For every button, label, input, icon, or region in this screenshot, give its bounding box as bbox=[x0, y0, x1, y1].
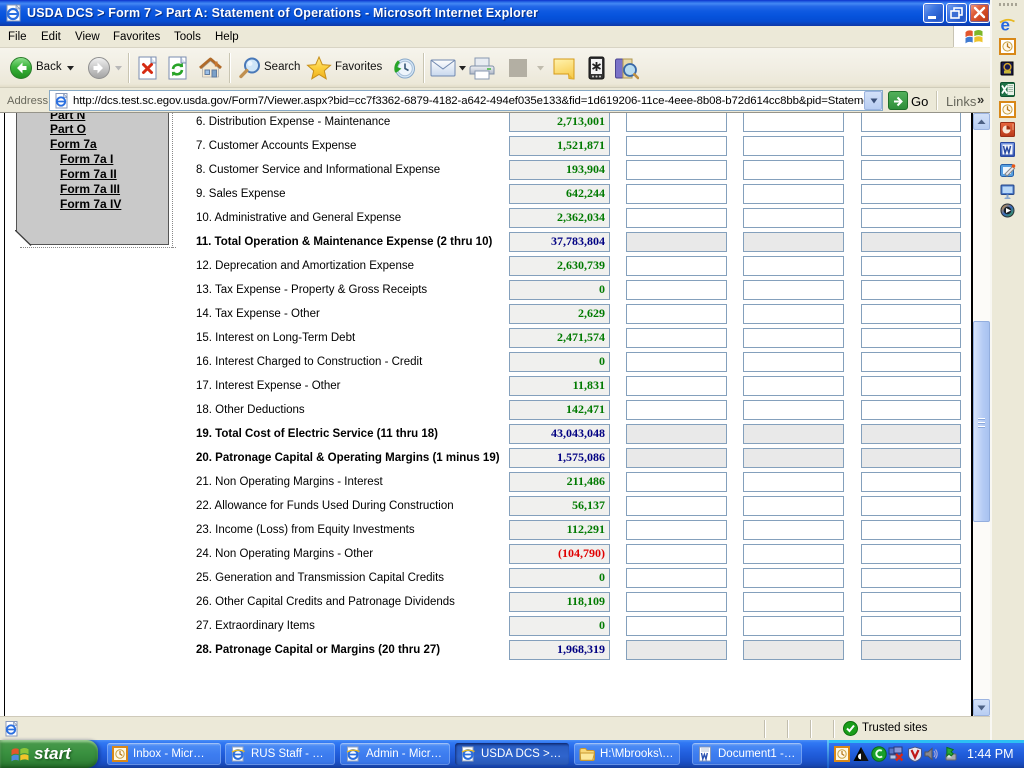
svg-text:e: e bbox=[1001, 16, 1010, 33]
